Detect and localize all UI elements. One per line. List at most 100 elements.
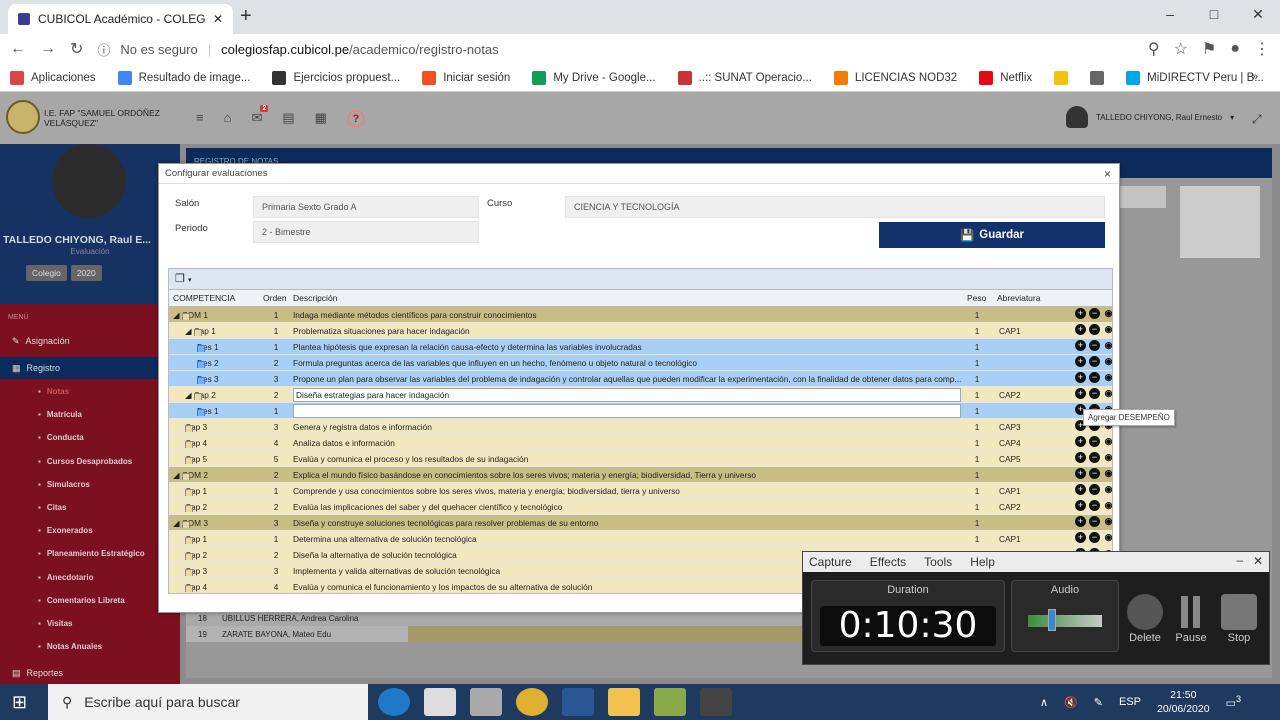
row-descripcion[interactable]: Diseña y construye soluciones tecnológic… — [293, 518, 961, 528]
row-descripcion[interactable]: Propone un plan para observar las variab… — [293, 374, 961, 384]
word-icon[interactable] — [562, 688, 594, 716]
add-icon[interactable]: + — [1075, 436, 1086, 447]
table-row[interactable]: Cap 1 1 Determina una alternativa de soluc… — [169, 531, 1112, 547]
toolbar-dropdown-icon[interactable]: ▾ — [188, 277, 192, 284]
document-icon[interactable]: ▤ — [282, 110, 294, 128]
row-descripcion[interactable] — [293, 404, 961, 418]
recorder-minimize-button[interactable]: – — [1236, 553, 1243, 567]
remove-icon[interactable]: − — [1089, 436, 1100, 447]
bookmark-item[interactable]: LICENCIAS NOD32 — [833, 70, 957, 85]
add-icon[interactable]: + — [1075, 388, 1086, 399]
submenu-item[interactable]: ▪ Notas — [38, 387, 69, 396]
view-icon[interactable]: ◉ — [1103, 500, 1112, 511]
add-icon[interactable]: + — [1075, 372, 1086, 383]
submenu-item[interactable]: ▪ Conducta — [38, 433, 84, 442]
add-icon[interactable]: + — [1075, 340, 1086, 351]
table-row[interactable]: ◢ COM 1 1 Indaga mediante métodos científi… — [169, 307, 1112, 323]
add-icon[interactable]: + — [1075, 356, 1086, 367]
view-icon[interactable]: ◉ — [1103, 340, 1112, 351]
table-row[interactable]: ◢ COM 3 3 Diseña y construye soluciones te… — [169, 515, 1112, 531]
remove-icon[interactable]: − — [1089, 324, 1100, 335]
bookmark-item[interactable]: Ejercicios propuest... — [272, 70, 400, 85]
view-icon[interactable]: ◉ — [1103, 516, 1112, 527]
view-icon[interactable]: ◉ — [1103, 484, 1112, 495]
menu-capture[interactable]: Capture — [809, 555, 852, 569]
row-descripcion[interactable]: Problematiza situaciones para hacer inda… — [293, 326, 961, 336]
chrome-icon[interactable] — [516, 688, 548, 716]
add-icon[interactable]: + — [1075, 500, 1086, 511]
menu-effects[interactable]: Effects — [870, 555, 906, 569]
expand-icon[interactable]: ⤢ — [1252, 112, 1262, 127]
tray-chevron-icon[interactable]: ∧ — [1040, 696, 1048, 709]
remove-icon[interactable]: − — [1089, 500, 1100, 511]
remove-icon[interactable]: − — [1089, 388, 1100, 399]
bookmark-item[interactable]: Resultado de image... — [117, 70, 250, 85]
remove-icon[interactable]: − — [1089, 532, 1100, 543]
row-descripcion[interactable]: Genera y registra datos e información — [293, 422, 961, 432]
new-tab-button[interactable]: + — [240, 5, 252, 28]
close-window-button[interactable]: ✕ — [1236, 0, 1280, 30]
browser-tab[interactable]: CUBICOL Académico - COLEGIOS ✕ — [8, 4, 233, 34]
app-icon[interactable] — [654, 688, 686, 716]
add-icon[interactable]: + — [1075, 468, 1086, 479]
calendar-icon[interactable]: ▦ — [315, 110, 327, 128]
background-select[interactable] — [1120, 186, 1166, 208]
sidebar-item-asignacion[interactable]: ✎ Asignación — [12, 336, 70, 347]
row-descripcion[interactable]: Analiza datos e información — [293, 438, 961, 448]
submenu-item[interactable]: ▪ Cursos Desaprobados — [38, 457, 132, 466]
tab-close-icon[interactable]: ✕ — [213, 12, 223, 26]
language-indicator[interactable]: ESP — [1119, 696, 1141, 708]
view-icon[interactable]: ◉ — [1103, 308, 1112, 319]
help-icon[interactable]: ? — [346, 110, 365, 128]
add-icon[interactable]: + — [1075, 532, 1086, 543]
notifications-icon[interactable]: ▭3 — [1226, 694, 1242, 710]
add-icon[interactable]: + — [1075, 452, 1086, 463]
info-icon[interactable]: ⓘ — [97, 40, 110, 59]
copy-icon[interactable]: ❐ — [175, 273, 185, 285]
home-icon[interactable]: ⌂ — [224, 110, 232, 128]
recorder-app-icon[interactable] — [700, 688, 732, 716]
view-icon[interactable]: ◉ — [1103, 356, 1112, 367]
submenu-item[interactable]: ▪ Citas — [38, 503, 66, 512]
bookmark-item[interactable]: Iniciar sesión — [422, 70, 510, 85]
remove-icon[interactable]: − — [1089, 468, 1100, 479]
mail-icon[interactable]: ✉ 2 — [251, 105, 269, 128]
submenu-item[interactable]: ▪ Exonerados — [38, 526, 93, 535]
view-icon[interactable]: ◉ — [1103, 532, 1112, 543]
remove-icon[interactable]: − — [1089, 484, 1100, 495]
view-icon[interactable]: ◉ — [1103, 452, 1112, 463]
menu-help[interactable]: Help — [970, 555, 995, 569]
table-row[interactable]: ◢ Cap 1 1 Problematiza situaciones para ha… — [169, 323, 1112, 339]
sidebar-item-registro[interactable]: ▦ Registro — [12, 363, 60, 374]
table-row[interactable]: Des 1 1 Plantea hipótesis que expresan la … — [169, 339, 1112, 355]
pause-button[interactable]: Pause — [1166, 632, 1216, 644]
colegio-select[interactable]: Colegio — [26, 265, 67, 281]
remove-icon[interactable]: − — [1089, 340, 1100, 351]
dialog-close-button[interactable]: × — [1104, 167, 1111, 181]
pause-icon[interactable] — [1173, 594, 1209, 630]
row-descripcion[interactable]: Diseña estrategias para hacer indagación — [293, 388, 961, 402]
table-row[interactable]: Cap 2 2 Evalúa las implicaciones del saber… — [169, 499, 1112, 515]
remove-icon[interactable]: − — [1089, 308, 1100, 319]
audio-slider-knob[interactable] — [1048, 609, 1056, 631]
view-icon[interactable]: ◉ — [1103, 468, 1112, 479]
url-field[interactable]: ⓘ No es seguro | colegiosfap.cubicol.pe/… — [97, 37, 1134, 61]
table-row[interactable]: Cap 3 3 Genera y registra datos e informac… — [169, 419, 1112, 435]
row-descripcion[interactable]: Indaga mediante métodos científicos para… — [293, 310, 961, 320]
windows-start-icon[interactable]: ⊞ — [12, 692, 27, 713]
save-button[interactable]: 💾 Guardar — [879, 222, 1105, 248]
user-menu[interactable]: TALLEDO CHIYONG, Raul Ernesto ▾ — [1066, 106, 1234, 128]
table-row[interactable]: Des 3 3 Propone un plan para observar las … — [169, 371, 1112, 387]
more-bookmarks-icon[interactable]: » — [1252, 71, 1258, 83]
bookmark-star-icon[interactable]: ☆ — [1174, 39, 1188, 59]
row-descripcion[interactable]: Determina una alternativa de solución te… — [293, 534, 961, 544]
stop-button[interactable]: Stop — [1214, 632, 1264, 644]
submenu-item[interactable]: ▪ Notas Anuales — [38, 642, 102, 651]
explorer-icon[interactable] — [608, 688, 640, 716]
view-icon[interactable]: ◉ — [1103, 324, 1112, 335]
clock[interactable]: 21:50 20/06/2020 — [1157, 688, 1210, 716]
row-descripcion[interactable]: Evalúa las implicaciones del saber y del… — [293, 502, 961, 512]
submenu-item[interactable]: ▪ Simulacros — [38, 480, 90, 489]
pen-icon[interactable]: ✎ — [1094, 696, 1103, 709]
minimize-button[interactable]: – — [1148, 0, 1192, 30]
